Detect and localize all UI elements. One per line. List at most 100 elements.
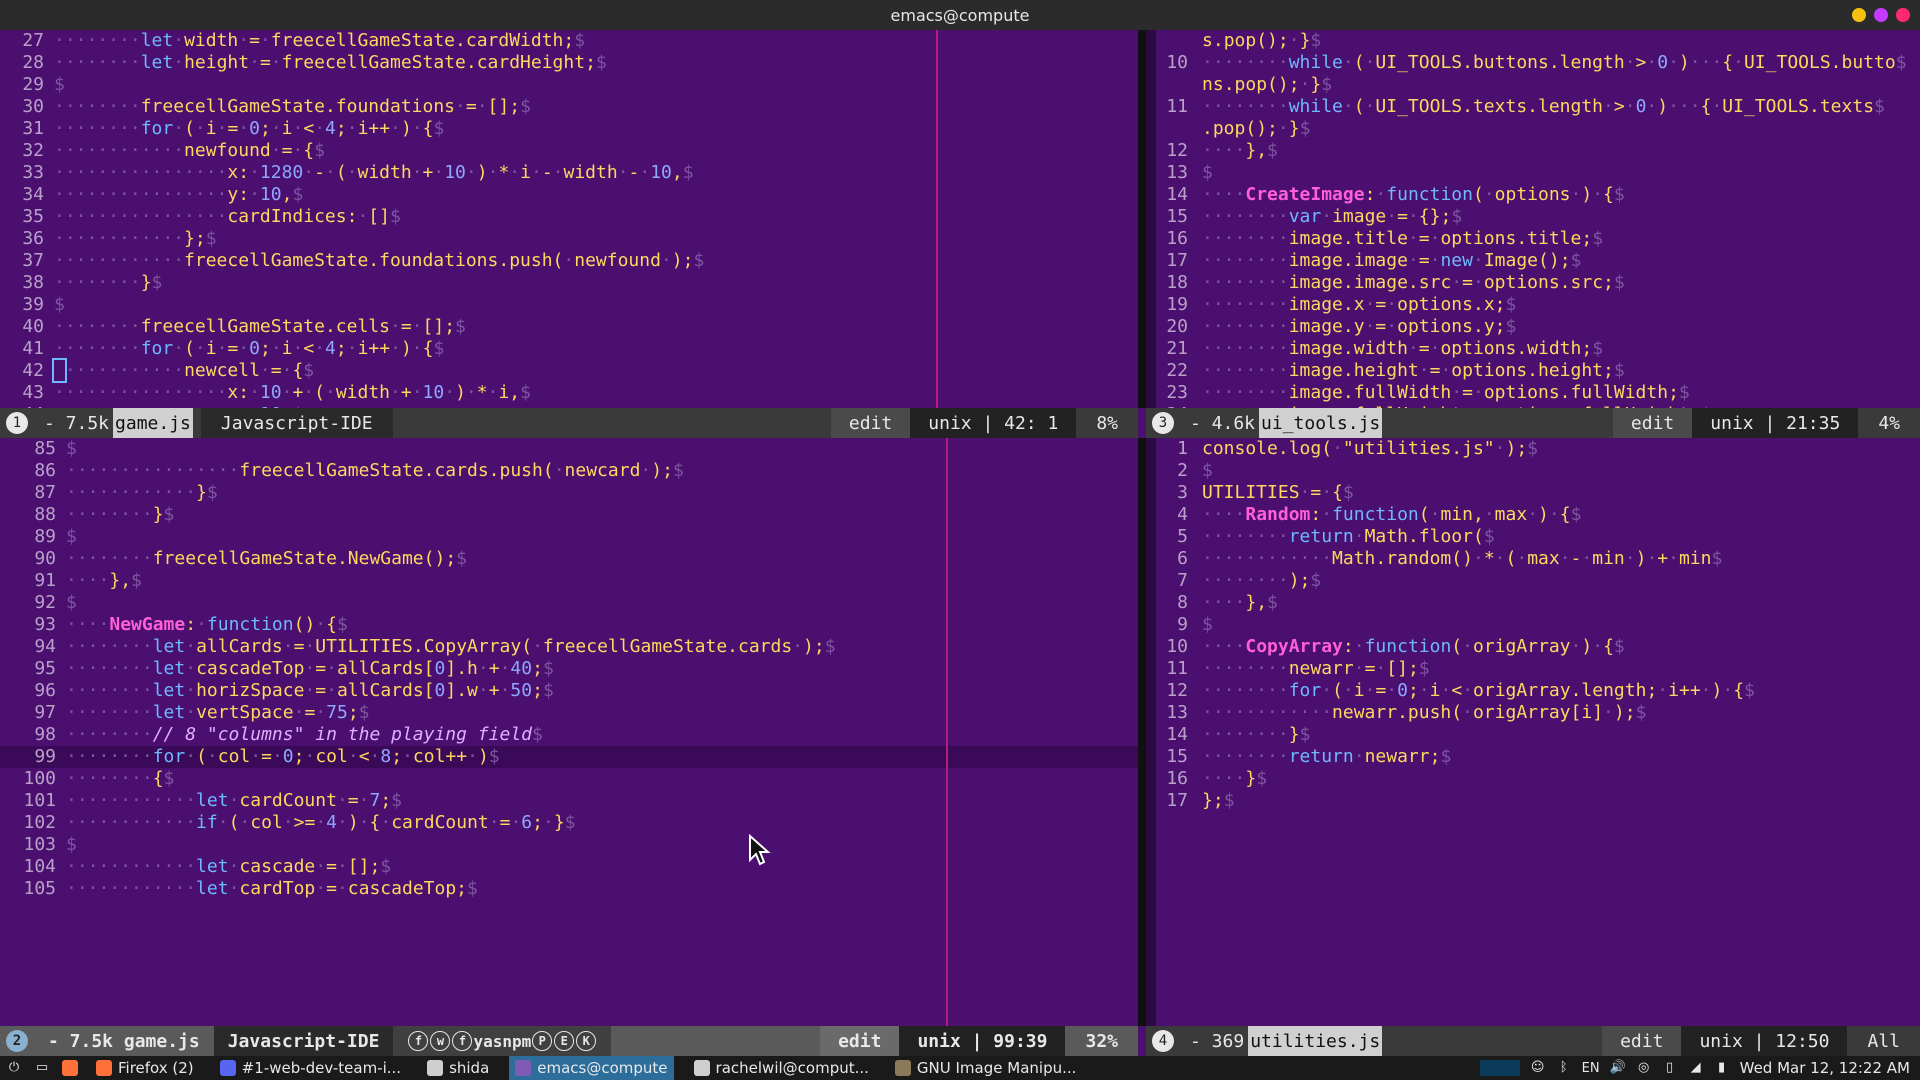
show-desktop-icon[interactable]: ▭: [28, 1056, 56, 1080]
code-text[interactable]: ············};$: [54, 228, 217, 249]
code-text[interactable]: ········for·(·i·=·0;·i·<·4;·i++·)·{$: [54, 118, 444, 139]
code-text[interactable]: ············newarr.push(·origArray[i]·);…: [1202, 702, 1646, 723]
clock[interactable]: Wed Mar 12, 12:22 AM: [1740, 1059, 1910, 1077]
code-line[interactable]: 99 ········for·(·col·=·0;·col·<·8;·col++·…: [0, 746, 1138, 768]
code-text[interactable]: ····},$: [66, 570, 142, 591]
code-line[interactable]: 36 ············};$: [0, 228, 1138, 250]
code-text[interactable]: ········while·(·UI_TOOLS.buttons.length·…: [1202, 52, 1907, 73]
code-text[interactable]: ····},$: [1202, 140, 1278, 161]
code-line[interactable]: 38 ········}$: [0, 272, 1138, 294]
window-divider[interactable]: [1138, 438, 1146, 1026]
modeline-game-js-bottom-active[interactable]: 2 - 7.5k game.js Javascript-IDE f w f ya…: [0, 1026, 1138, 1056]
code-line[interactable]: 28 ········let·height·=·freecellGameState…: [0, 52, 1138, 74]
code-line[interactable]: 96 ········let·horizSpace·=·allCards[0].w…: [0, 680, 1138, 702]
code-text[interactable]: $: [66, 592, 77, 613]
code-line[interactable]: 103 $: [0, 834, 1138, 856]
code-line[interactable]: 17 ········image.image·=·new·Image();$: [1156, 250, 1920, 272]
code-line[interactable]: 16 ····}$: [1156, 768, 1920, 790]
code-text[interactable]: };$: [1202, 790, 1235, 811]
taskbar-item[interactable]: GNU Image Manipu...: [889, 1056, 1082, 1080]
code-area[interactable]: 1 console.log(·"utilities.js"·);$ 2 $3 UTILI…: [1156, 438, 1920, 1026]
modeline-utilities-js[interactable]: 4 - 369 utilities.js edit unix | 12:50 A…: [1146, 1026, 1920, 1056]
code-line[interactable]: 21 ········image.width·=·options.width;$: [1156, 338, 1920, 360]
taskbar-item[interactable]: shida: [421, 1056, 495, 1080]
code-line[interactable]: 2 $: [1156, 460, 1920, 482]
code-line[interactable]: 17};$: [1156, 790, 1920, 812]
code-text[interactable]: ········image.height·=·options.height;$: [1202, 360, 1625, 381]
code-text[interactable]: ············newfound·=·{$: [54, 140, 325, 161]
network-icon[interactable]: ◢: [1688, 1060, 1704, 1076]
code-line[interactable]: 19 ········image.x·=·options.x;$: [1156, 294, 1920, 316]
code-text[interactable]: $: [54, 294, 65, 315]
code-line[interactable]: 98 ········// 8 "columns" in the playing …: [0, 724, 1138, 746]
code-line[interactable]: 41 ········for·(·i·=·0;·i·<·4;·i++·)·{$: [0, 338, 1138, 360]
editor-pane-game-js-top[interactable]: 27 ········let·width·=·freecellGameState.…: [0, 30, 1138, 408]
discord-tray-icon[interactable]: ☺: [1530, 1060, 1546, 1076]
code-text[interactable]: ········image.image·=·new·Image();$: [1202, 250, 1581, 271]
code-text[interactable]: ········image.y·=·options.y;$: [1202, 316, 1516, 337]
cpu-graph-icon[interactable]: [1479, 1060, 1520, 1076]
code-line[interactable]: 16 ········image.title·=·options.title;$: [1156, 228, 1920, 250]
code-text[interactable]: ········let·allCards·=·UTILITIES.CopyArr…: [66, 636, 836, 657]
code-line[interactable]: 89 $: [0, 526, 1138, 548]
code-line[interactable]: 91 ····},$: [0, 570, 1138, 592]
code-line[interactable]: 43 ················x:·10·+·(·width·+·10·)…: [0, 382, 1138, 404]
code-text[interactable]: ············let·cascade·=·[];$: [66, 856, 391, 877]
buffer-name[interactable]: game.js: [113, 408, 193, 438]
code-text[interactable]: $: [66, 438, 77, 459]
code-line[interactable]: 87 ············}$: [0, 482, 1138, 504]
code-text[interactable]: s.pop();·}$: [1202, 30, 1321, 51]
code-line[interactable]: 105 ············let·cardTop·=·cascadeTop;…: [0, 878, 1138, 900]
taskbar-item[interactable]: #1-web-dev-team-i...: [214, 1056, 407, 1080]
code-line[interactable]: 4 ····Random:·function(·min,·max·)·{$: [1156, 504, 1920, 526]
code-text[interactable]: ········for·(·i·=·0;·i·<·4;·i++·)·{$: [54, 338, 444, 359]
code-line[interactable]: 34 ················y:·10,$: [0, 184, 1138, 206]
code-text[interactable]: ········let·cascadeTop·=·allCards[0].h·+…: [66, 658, 554, 679]
code-line[interactable]: 13 $: [1156, 162, 1920, 184]
code-line[interactable]: 88 ········}$: [0, 504, 1138, 526]
code-text[interactable]: ········newarr·=·[];$: [1202, 658, 1430, 679]
code-text[interactable]: ················x:·10·+·(·width·+·10·)·*…: [54, 382, 531, 403]
code-text[interactable]: ············if·(·col·>=·4·)·{·cardCount·…: [66, 812, 576, 833]
code-line[interactable]: 12 ········for·(·i·=·0;·i·<·origArray.len…: [1156, 680, 1920, 702]
code-text[interactable]: $: [1202, 162, 1213, 183]
code-line[interactable]: 13 ············newarr.push(·origArray[i]·…: [1156, 702, 1920, 724]
taskbar-item[interactable]: Firefox (2): [90, 1056, 200, 1080]
code-line[interactable]: 5 ········return·Math.floor($: [1156, 526, 1920, 548]
editor-pane-ui-tools-js[interactable]: s.pop();·}$ 10 ········while·(·UI_TOOLS.bu…: [1156, 30, 1920, 408]
code-text[interactable]: ········}$: [66, 504, 174, 525]
code-text[interactable]: ········image.x·=·options.x;$: [1202, 294, 1516, 315]
editor-pane-utilities-js[interactable]: 1 console.log(·"utilities.js"·);$ 2 $3 UTILI…: [1156, 438, 1920, 1026]
code-line[interactable]: 101 ············let·cardCount·=·7;$: [0, 790, 1138, 812]
code-text[interactable]: ········}$: [54, 272, 162, 293]
code-line[interactable]: 37 ············freecellGameState.foundati…: [0, 250, 1138, 272]
code-line[interactable]: 6 ············Math.random()·*·(·max·-·min…: [1156, 548, 1920, 570]
code-text[interactable]: ····}$: [1202, 768, 1267, 789]
code-text[interactable]: ········// 8 "columns" in the playing fi…: [66, 724, 543, 745]
code-area[interactable]: 85 $86 ················freecellGameState.c…: [0, 438, 1138, 1026]
bluetooth-icon[interactable]: ᛒ: [1556, 1060, 1572, 1076]
battery-icon[interactable]: ▮: [1714, 1060, 1730, 1076]
code-line[interactable]: 18 ········image.image.src·=·options.src;…: [1156, 272, 1920, 294]
code-text[interactable]: ········for·(·i·=·0;·i·<·origArray.lengt…: [1202, 680, 1755, 701]
code-text[interactable]: ····},$: [1202, 592, 1278, 613]
code-text[interactable]: ········let·width·=·freecellGameState.ca…: [54, 30, 585, 51]
code-text[interactable]: .pop();·}$: [1202, 118, 1310, 139]
code-area[interactable]: s.pop();·}$ 10 ········while·(·UI_TOOLS.bu…: [1156, 30, 1920, 408]
code-line[interactable]: 93 ····NewGame:·function()·{$: [0, 614, 1138, 636]
code-text[interactable]: ················x:·1280·-·(·width·+·10·)…: [54, 162, 694, 183]
buffer-name[interactable]: utilities.js: [1248, 1026, 1383, 1056]
code-text[interactable]: ········let·horizSpace·=·allCards[0].w·+…: [66, 680, 554, 701]
code-line[interactable]: 8 ····},$: [1156, 592, 1920, 614]
code-text[interactable]: ········}$: [1202, 724, 1310, 745]
code-line[interactable]: 11 ········while·(·UI_TOOLS.texts.length·…: [1156, 96, 1920, 118]
taskbar-item[interactable]: rachelwil@comput...: [688, 1056, 875, 1080]
code-text[interactable]: ········return·newarr;$: [1202, 746, 1451, 767]
buffer-name[interactable]: ui_tools.js: [1259, 408, 1383, 438]
intel-icon[interactable]: ◎: [1636, 1060, 1652, 1076]
code-text[interactable]: ········let·vertSpace·=·75;$: [66, 702, 370, 723]
code-line[interactable]: 12 ····},$: [1156, 140, 1920, 162]
code-line[interactable]: 33 ················x:·1280·-·(·width·+·10…: [0, 162, 1138, 184]
code-text[interactable]: ········image.image.src·=·options.src;$: [1202, 272, 1625, 293]
code-line[interactable]: 90 ········freecellGameState.NewGame();$: [0, 548, 1138, 570]
